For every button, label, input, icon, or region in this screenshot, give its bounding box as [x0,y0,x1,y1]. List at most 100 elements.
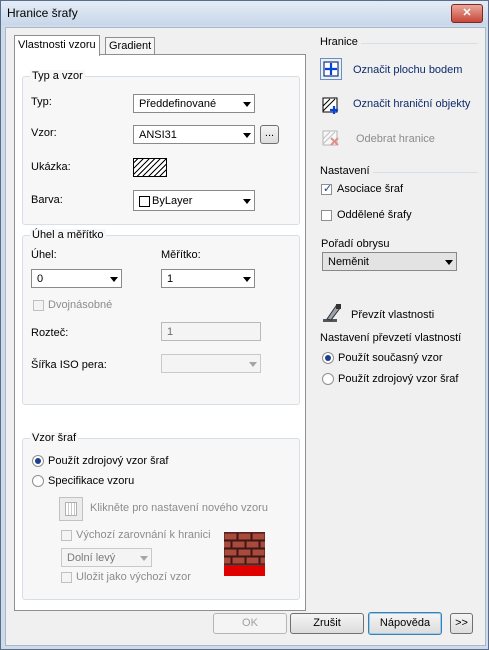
ok-button[interactable]: OK [213,613,287,634]
type-label: Typ: [31,96,52,108]
separate-hatches-checkbox[interactable] [321,210,332,221]
close-button[interactable]: ✕ [451,4,483,23]
radio-selected-dot [325,355,331,361]
pattern-browse-button[interactable]: ... [260,125,279,144]
use-current-origin-label: Použít současný vzor [338,352,443,364]
draw-order-select[interactable]: Neměnit [322,252,457,271]
chevron-down-icon [243,102,251,107]
specify-origin-label: Specifikace vzoru [48,475,135,487]
chevron-down-icon [249,362,257,367]
options-group-label: Nastavení [320,165,370,177]
color-select[interactable]: ByLayer [133,190,255,211]
chevron-down-icon [243,199,251,204]
pattern-origin-group: Vzor šraf Použít zdrojový vzor šraf Spec… [22,432,300,600]
chevron-down-icon [243,277,251,282]
boundaries-section: Hranice Označit plochu bodem Označit hra… [313,35,478,161]
iso-pen-label: Šířka ISO pera: [31,359,107,371]
origin-position-value: Dolní levý [67,552,116,564]
click-to-set-origin-icon[interactable] [59,497,83,521]
angle-scale-group: Úhel a měřítko Úhel: 0 Měřítko: 1 Dvojná… [22,229,300,405]
default-boundary-label: Výchozí zarovnání k hranici [76,529,211,541]
scale-select-value: 1 [167,273,174,285]
associative-checkbox[interactable]: ✓ [321,183,333,195]
help-button[interactable]: Nápověda [368,612,442,635]
pick-points-label[interactable]: Označit plochu bodem [353,64,462,76]
inherit-source-origin-radio[interactable] [322,373,334,385]
remove-boundaries-icon [322,130,339,146]
dialog-window: Hranice šrafy ✕ Vlastnosti vzoru Gradien… [0,0,489,650]
boundaries-separator [361,43,478,44]
chevron-down-icon [445,260,453,265]
tab-panel: Typ a vzor Typ: Předdefinované Vzor: ANS… [14,54,306,611]
sample-label: Ukázka: [31,161,71,173]
tab-pattern-properties[interactable]: Vlastnosti vzoru [14,35,100,56]
default-boundary-checkbox[interactable] [61,530,72,541]
iso-pen-select[interactable] [161,354,261,373]
cancel-button[interactable]: Zrušit [290,613,364,634]
pattern-select-value: ANSI31 [139,129,177,141]
origin-position-select[interactable]: Dolní levý [61,548,152,567]
use-source-origin-radio[interactable] [32,455,44,467]
spacing-input-value: 1 [167,326,174,338]
specify-origin-radio[interactable] [32,475,44,487]
pattern-sample-swatch[interactable] [133,158,167,177]
pattern-origin-group-label: Vzor šraf [30,432,79,444]
options-separator [373,172,478,173]
select-objects-icon [322,97,338,114]
color-select-value: ByLayer [152,195,193,207]
chevron-down-icon [110,277,118,282]
window-title: Hranice šrafy [7,6,78,20]
color-label: Barva: [31,194,63,206]
inherit-properties-label[interactable]: Převzít vlastnosti [351,309,434,321]
type-pattern-group-label: Typ a vzor [30,70,85,82]
add-pick-points-button[interactable] [320,58,342,80]
radio-selected-dot [35,458,41,464]
angle-select-value: 0 [37,273,44,285]
brick-pattern-preview-icon [224,532,265,576]
inherit-source-origin-label: Použít zdrojový vzor šraf [338,373,459,385]
color-swatch-icon [139,196,150,207]
chevron-down-icon [243,133,251,138]
draw-order-value: Neměnit [328,256,369,268]
separate-hatches-label: Oddělené šrafy [337,209,412,221]
pattern-label: Vzor: [31,127,57,139]
pattern-select[interactable]: ANSI31 [133,125,255,144]
store-default-checkbox[interactable] [61,572,72,583]
options-section: Nastavení ✓ Asociace šraf Oddělené šrafy… [313,165,478,275]
scale-select[interactable]: 1 [161,269,255,288]
inherit-options-label: Nastavení převzetí vlastností [320,332,462,344]
angle-scale-group-label: Úhel a měřítko [30,229,106,241]
click-to-set-origin-label: Klikněte pro nastavení nového vzoru [90,502,268,514]
boundaries-group-label: Hranice [320,36,358,48]
pick-points-icon [323,61,339,77]
double-checkbox[interactable] [33,300,44,311]
type-select-value: Předdefinované [139,98,217,110]
use-current-origin-radio[interactable] [322,352,334,364]
inherit-options-section: Nastavení převzetí vlastností Použít sou… [313,332,481,394]
origin-pattern-icon [65,502,77,516]
inherit-properties-button[interactable] [321,302,345,326]
angle-select[interactable]: 0 [31,269,122,288]
tab-gradient[interactable]: Gradient [105,37,156,54]
spacing-label: Rozteč: [31,327,69,339]
title-bar: Hranice šrafy ✕ [1,1,488,25]
inherit-brush-icon [323,304,341,322]
associative-label: Asociace šraf [337,183,404,195]
draw-order-label: Pořadí obrysu [321,238,390,250]
select-objects-label[interactable]: Označit hraniční objekty [353,98,470,110]
remove-boundaries-button[interactable] [320,127,342,149]
remove-boundaries-label: Odebrat hranice [356,133,435,145]
dialog-body: Vlastnosti vzoru Gradient Typ a vzor Typ… [5,27,486,646]
store-default-label: Uložit jako výchozí vzor [76,571,191,583]
type-select[interactable]: Předdefinované [133,94,255,113]
scale-label: Měřítko: [161,249,201,261]
select-objects-button[interactable] [320,94,342,116]
chevron-down-icon [140,556,148,561]
use-source-origin-label: Použít zdrojový vzor šraf [48,455,169,467]
brick-svg [224,532,265,576]
spacing-input[interactable]: 1 [161,322,261,341]
double-label: Dvojnásobné [48,299,113,311]
type-pattern-group: Typ a vzor Typ: Předdefinované Vzor: ANS… [22,70,300,225]
more-options-button[interactable]: >> [450,613,473,634]
checkmark-icon: ✓ [323,183,333,195]
